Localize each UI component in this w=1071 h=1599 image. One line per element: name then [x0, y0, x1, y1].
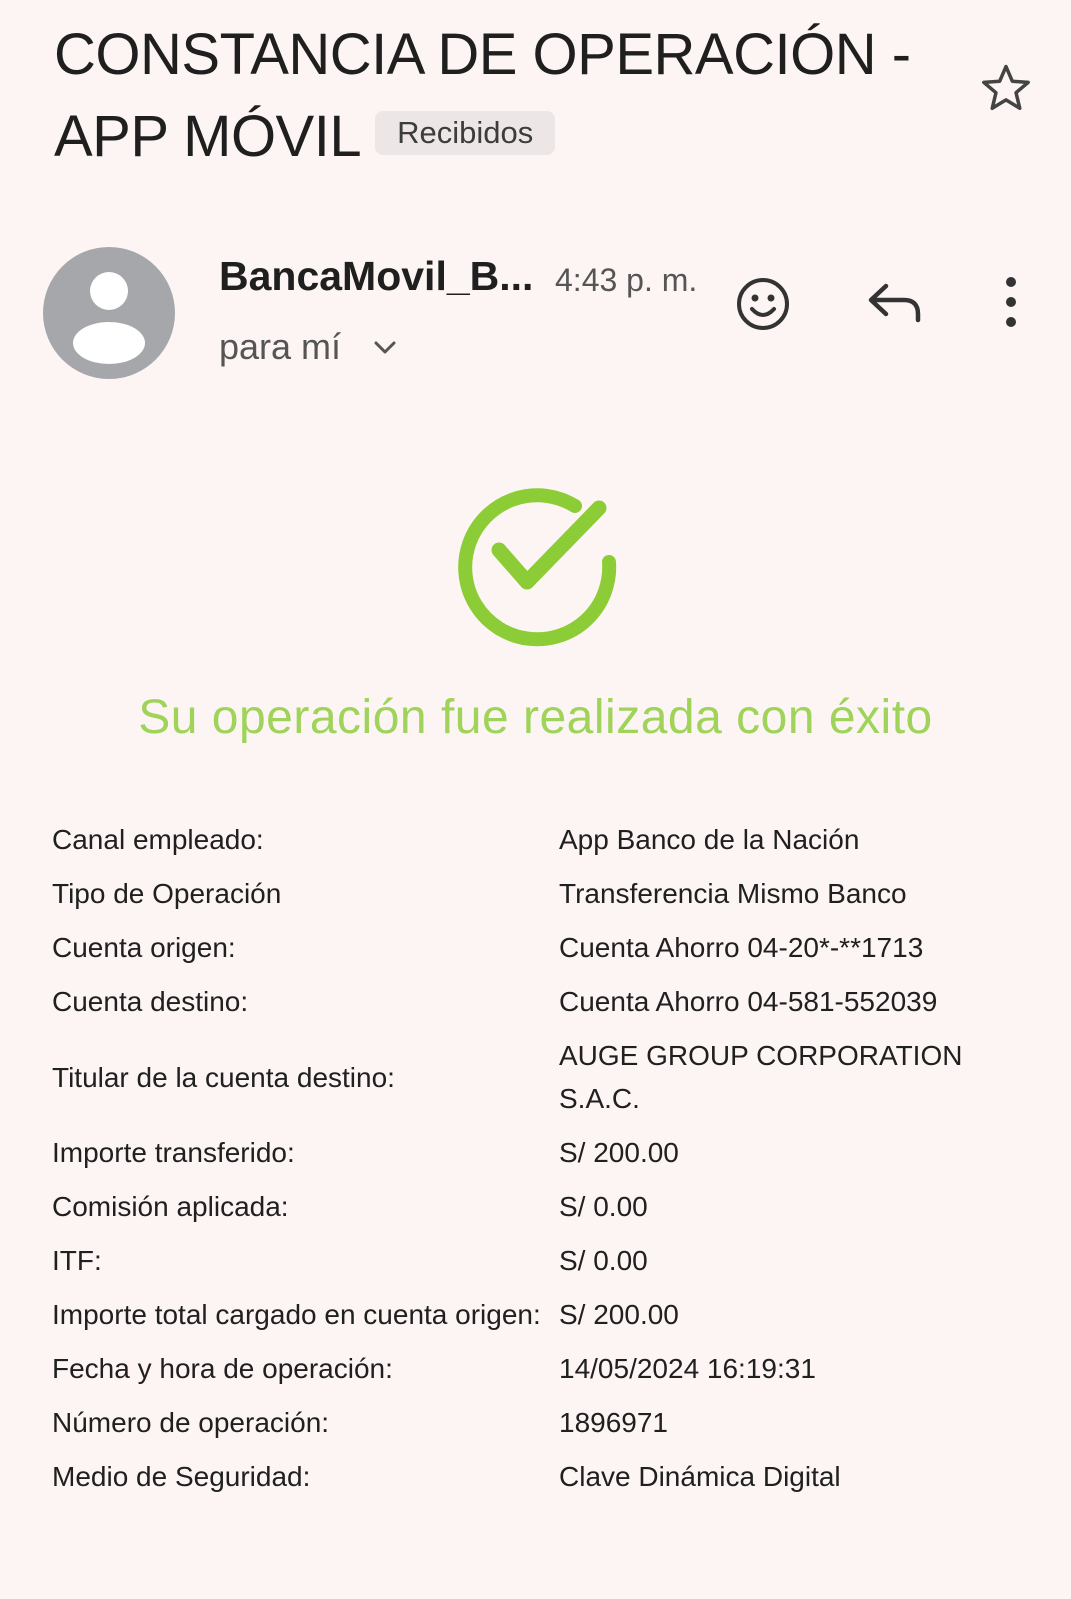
chevron-down-icon[interactable]: [370, 335, 400, 361]
detail-value: S/ 200.00: [559, 1137, 679, 1168]
detail-value: S/ 0.00: [559, 1191, 648, 1222]
detail-row: Fecha y hora de operación: 14/05/2024 16…: [52, 1347, 1012, 1390]
recipient-label[interactable]: para mí: [219, 325, 341, 369]
detail-value: Clave Dinámica Digital: [559, 1461, 841, 1492]
detail-row: Número de operación: 1896971: [52, 1401, 1012, 1444]
detail-label: Importe total cargado en cuenta origen:: [52, 1299, 541, 1330]
receipt-details: Canal empleado: App Banco de la Nación T…: [52, 818, 1012, 1509]
detail-label: Titular de la cuenta destino:: [52, 1061, 395, 1093]
email-subject: CONSTANCIA DE OPERACIÓN - APP MÓVIL Recib…: [54, 14, 934, 178]
check-circle-icon: [458, 488, 617, 647]
inbox-label-chip[interactable]: Recibidos: [375, 110, 556, 155]
detail-row: ITF: S/ 0.00: [52, 1239, 1012, 1282]
detail-row: Importe total cargado en cuenta origen: …: [52, 1293, 1012, 1336]
detail-row: Comisión aplicada: S/ 0.00: [52, 1185, 1012, 1228]
detail-label: Importe transferido:: [52, 1137, 295, 1168]
sender-name[interactable]: BancaMovil_B...: [219, 250, 533, 302]
success-message: Su operación fue realizada con éxito: [138, 691, 933, 744]
detail-row: Importe transferido: S/ 200.00: [52, 1131, 1012, 1174]
received-time: 4:43 p. m.: [555, 262, 698, 298]
detail-label: Comisión aplicada:: [52, 1191, 289, 1222]
detail-value: S/ 200.00: [559, 1299, 679, 1330]
detail-row: Medio de Seguridad: Clave Dinámica Digit…: [52, 1455, 1012, 1498]
detail-label: Canal empleado:: [52, 824, 264, 855]
detail-value: 14/05/2024 16:19:31: [559, 1353, 816, 1384]
smiley-icon[interactable]: [733, 274, 793, 334]
detail-row: Titular de la cuenta destino: AUGE GROUP…: [52, 1034, 1012, 1120]
detail-value: App Banco de la Nación: [559, 824, 860, 855]
detail-label: Fecha y hora de operación:: [52, 1353, 393, 1384]
sender-avatar[interactable]: [43, 247, 175, 379]
detail-label: Tipo de Operación: [52, 878, 282, 909]
detail-label: Cuenta origen:: [52, 932, 236, 963]
reply-icon[interactable]: [866, 280, 926, 326]
detail-value: 1896971: [559, 1407, 669, 1438]
more-options-icon[interactable]: [996, 276, 1026, 328]
person-icon: [73, 272, 145, 364]
detail-value: Transferencia Mismo Banco: [559, 878, 907, 909]
detail-row: Cuenta destino: Cuenta Ahorro 04-581-552…: [52, 980, 1012, 1023]
detail-row: Tipo de Operación Transferencia Mismo Ba…: [52, 872, 1012, 915]
detail-value: S/ 0.00: [559, 1245, 648, 1276]
detail-row: Cuenta origen: Cuenta Ahorro 04-20*-**17…: [52, 926, 1012, 969]
detail-label: ITF:: [52, 1245, 102, 1276]
detail-label: Medio de Seguridad:: [52, 1461, 311, 1492]
detail-value: AUGE GROUP CORPORATION S.A.C.: [559, 1040, 963, 1114]
detail-row: Canal empleado: App Banco de la Nación: [52, 818, 1012, 861]
star-icon[interactable]: [978, 60, 1034, 116]
detail-value: Cuenta Ahorro 04-20*-**1713: [559, 932, 924, 963]
detail-label: Cuenta destino:: [52, 986, 249, 1017]
detail-label: Número de operación:: [52, 1407, 330, 1438]
detail-value: Cuenta Ahorro 04-581-552039: [559, 986, 938, 1017]
